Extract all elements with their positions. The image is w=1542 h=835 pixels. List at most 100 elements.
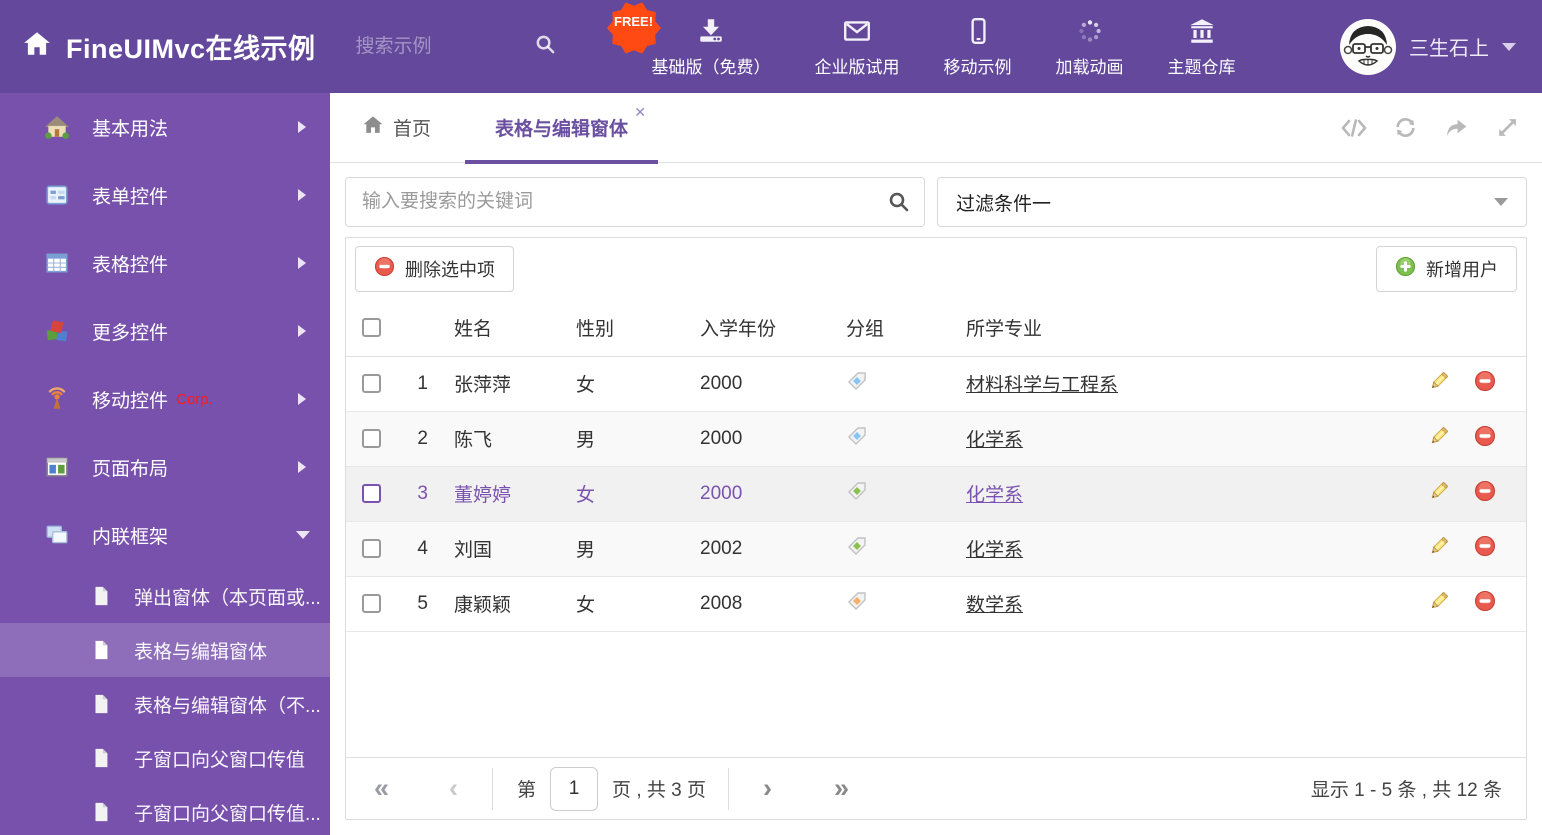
source-code-icon[interactable] — [1341, 115, 1367, 140]
share-icon[interactable] — [1444, 115, 1469, 140]
sidebar-subitem-label: 子窗口向父窗口传值 — [134, 749, 306, 771]
sidebar-item-label: 移动控件 — [92, 390, 169, 412]
sidebar-subitem-grid-edit-window[interactable]: 表格与编辑窗体 — [0, 623, 330, 677]
app-logo[interactable]: FineUIMvc在线示例 — [0, 27, 316, 66]
page-number-input[interactable] — [550, 766, 599, 811]
nav-item-theme-repo[interactable]: 主题仓库 — [1168, 16, 1236, 78]
nav-item-label: 移动示例 — [943, 57, 1012, 77]
nav-item-mobile-demo[interactable]: 移动示例 — [944, 16, 1012, 78]
table-icon — [44, 250, 70, 276]
row-number: 1 — [392, 356, 442, 412]
chevron-right-icon — [298, 121, 306, 133]
cell-year: 2002 — [688, 521, 834, 577]
delete-selected-button[interactable]: 删除选中项 — [355, 246, 514, 292]
edit-pencil-icon[interactable] — [1428, 480, 1450, 508]
sidebar-item-more-controls[interactable]: 更多控件 — [0, 297, 330, 365]
keyword-search — [345, 177, 925, 227]
table-row[interactable]: 2 陈飞 男 2000 化学系 — [346, 411, 1526, 467]
expand-icon[interactable] — [1495, 115, 1520, 140]
delete-row-icon[interactable] — [1474, 480, 1496, 508]
major-link[interactable]: 化学系 — [966, 430, 1023, 451]
column-year: 入学年份 — [688, 300, 834, 357]
page-label-prefix: 第 — [517, 780, 537, 801]
sidebar-item-inline-frame[interactable]: 内联框架 — [0, 501, 330, 569]
sidebar-item-label: 更多控件 — [92, 322, 169, 344]
document-icon — [90, 693, 112, 715]
cell-gender: 女 — [564, 466, 688, 522]
major-link[interactable]: 材料科学与工程系 — [966, 375, 1118, 396]
next-page-icon[interactable]: › — [763, 775, 772, 802]
filter-dropdown-value: 过滤条件一 — [956, 193, 1052, 215]
document-icon — [90, 639, 112, 661]
layout-icon — [44, 454, 70, 480]
edit-pencil-icon[interactable] — [1428, 370, 1450, 398]
first-page-icon[interactable]: « — [374, 775, 389, 802]
column-gender: 性别 — [564, 300, 688, 357]
free-badge: FREE! — [606, 0, 662, 56]
major-link[interactable]: 化学系 — [966, 540, 1023, 561]
nav-item-loading-animation[interactable]: 加载动画 — [1056, 16, 1124, 78]
app-title: FineUIMvc在线示例 — [66, 34, 316, 64]
row-checkbox[interactable] — [362, 428, 381, 448]
edit-pencil-icon[interactable] — [1428, 590, 1450, 618]
home-icon — [44, 114, 70, 140]
user-name: 三生石上 — [1409, 38, 1489, 60]
filter-dropdown[interactable]: 过滤条件一 — [937, 177, 1527, 227]
chevron-down-icon — [1502, 42, 1516, 51]
tag-icon — [834, 521, 954, 577]
delete-row-icon[interactable] — [1474, 425, 1496, 453]
refresh-icon[interactable] — [1393, 115, 1418, 140]
keyword-search-input[interactable] — [345, 177, 925, 227]
tab-home-label: 首页 — [393, 119, 432, 140]
header-search-input[interactable] — [355, 35, 516, 58]
select-all-checkbox[interactable] — [362, 318, 381, 338]
plus-circle-icon — [1395, 256, 1416, 282]
user-menu[interactable]: 三生石上 — [1340, 18, 1542, 75]
cell-name: 康颖颖 — [442, 576, 564, 632]
envelope-icon — [842, 16, 872, 46]
cell-year: 2000 — [688, 411, 834, 467]
major-link[interactable]: 化学系 — [966, 485, 1023, 506]
delete-row-icon[interactable] — [1474, 590, 1496, 618]
sidebar-subitem-child-to-parent[interactable]: 子窗口向父窗口传值 — [0, 731, 330, 785]
cubes-icon — [44, 318, 70, 344]
add-user-label: 新增用户 — [1426, 260, 1498, 280]
row-checkbox[interactable] — [362, 538, 381, 558]
table-row[interactable]: 3 董婷婷 女 2000 化学系 — [346, 466, 1526, 522]
table-row[interactable]: 1 张萍萍 女 2000 材料科学与工程系 — [346, 356, 1526, 412]
chevron-down-icon — [296, 531, 310, 539]
mobile-icon — [963, 16, 993, 46]
major-link[interactable]: 数学系 — [966, 595, 1023, 616]
search-icon[interactable] — [534, 33, 557, 61]
user-table: 姓名 性别 入学年份 分组 所学专业 1 张萍萍 女 2000 材料科学与工程系… — [346, 300, 1526, 632]
sidebar-item-mobile-controls[interactable]: 移动控件 Corp. — [0, 365, 330, 433]
edit-pencil-icon[interactable] — [1428, 425, 1450, 453]
document-icon — [90, 585, 112, 607]
nav-item-basic-free[interactable]: FREE! 基础版（免费） — [606, 1, 771, 78]
sidebar-subitem-grid-edit-window-no[interactable]: 表格与编辑窗体（不... — [0, 677, 330, 731]
row-checkbox[interactable] — [362, 483, 381, 503]
sidebar-item-page-layout[interactable]: 页面布局 — [0, 433, 330, 501]
last-page-icon[interactable]: » — [834, 775, 849, 802]
home-logo-icon — [22, 29, 52, 64]
search-icon[interactable] — [887, 190, 911, 219]
close-icon[interactable]: ✕ — [634, 104, 646, 121]
sidebar-item-form-controls[interactable]: 表单控件 — [0, 161, 330, 229]
edit-pencil-icon[interactable] — [1428, 535, 1450, 563]
delete-row-icon[interactable] — [1474, 370, 1496, 398]
add-user-button[interactable]: 新增用户 — [1376, 246, 1517, 292]
table-row[interactable]: 4 刘国 男 2002 化学系 — [346, 521, 1526, 577]
delete-row-icon[interactable] — [1474, 535, 1496, 563]
sidebar-item-basic-usage[interactable]: 基本用法 — [0, 93, 330, 161]
prev-page-icon[interactable]: ‹ — [449, 775, 458, 802]
nav-item-enterprise-trial[interactable]: 企业版试用 — [815, 16, 900, 78]
sidebar-subitem-child-to-parent-2[interactable]: 子窗口向父窗口传值... — [0, 785, 330, 835]
tab-grid-edit-window[interactable]: 表格与编辑窗体 ✕ — [465, 93, 659, 164]
sidebar-item-grid-controls[interactable]: 表格控件 — [0, 229, 330, 297]
home-icon — [362, 114, 384, 142]
table-row[interactable]: 5 康颖颖 女 2008 数学系 — [346, 576, 1526, 632]
tab-home[interactable]: 首页 — [362, 114, 431, 142]
row-checkbox[interactable] — [362, 373, 381, 393]
sidebar-subitem-popup-window[interactable]: 弹出窗体（本页面或... — [0, 569, 330, 623]
row-checkbox[interactable] — [362, 593, 381, 613]
